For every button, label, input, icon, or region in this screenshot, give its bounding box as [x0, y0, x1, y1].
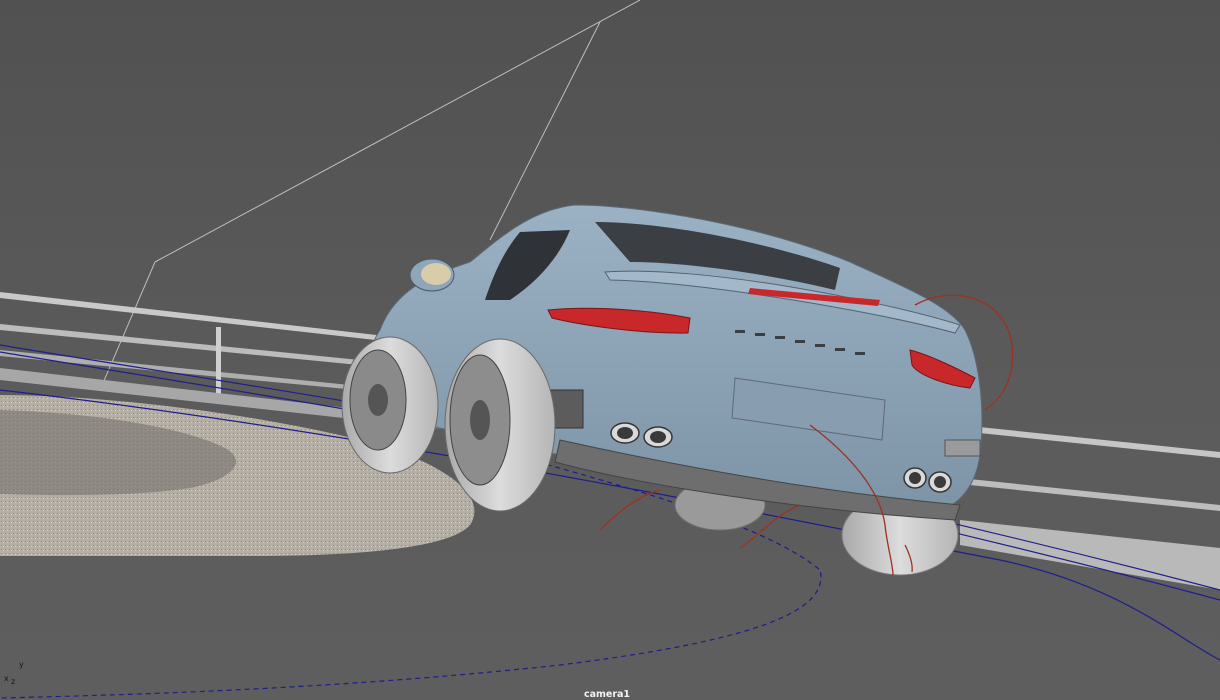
camera-name-label: camera1 [583, 689, 631, 700]
axis-z-label: z [11, 677, 16, 686]
scene-render[interactable] [0, 0, 1220, 700]
3d-viewport[interactable]: x y z camera1 [0, 0, 1220, 700]
axis-y-label: y [19, 660, 24, 669]
axis-gizmo: x y z [4, 660, 30, 690]
axis-x-label: x [4, 674, 9, 683]
